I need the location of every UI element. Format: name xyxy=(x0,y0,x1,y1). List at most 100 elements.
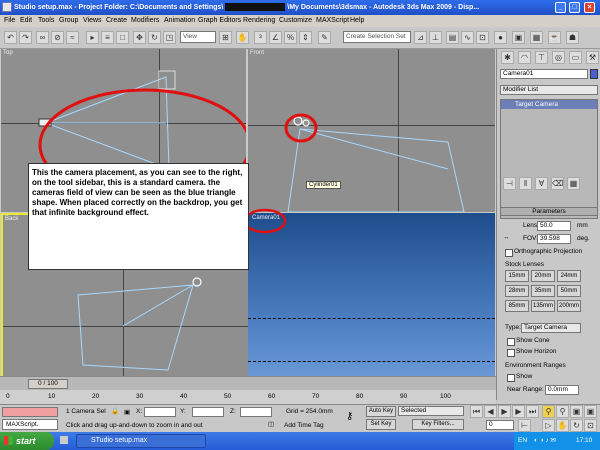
lens-35mm-button[interactable]: 35mm xyxy=(531,285,555,297)
percent-snap-icon[interactable]: % xyxy=(284,31,297,44)
env-range-show-checkbox[interactable] xyxy=(507,374,515,382)
key-icon[interactable]: ⚷ xyxy=(346,411,353,422)
fov-direction-icon[interactable]: ↔ xyxy=(503,234,510,241)
tray-icons[interactable]: ◐ ◑ ♪ ✉ xyxy=(534,436,556,444)
orthographic-projection-checkbox[interactable] xyxy=(505,249,513,257)
menu-maxscript[interactable]: MAXScript xyxy=(316,17,349,24)
motion-tab-icon[interactable]: ◎ xyxy=(552,51,565,64)
lens-85mm-button[interactable]: 85mm xyxy=(505,300,529,312)
select-object-icon[interactable]: ▸ xyxy=(86,31,99,44)
bind-space-warp-icon[interactable]: ≈ xyxy=(66,31,79,44)
rotate-icon[interactable]: ↻ xyxy=(148,31,161,44)
scale-icon[interactable]: ◳ xyxy=(163,31,176,44)
menu-rendering[interactable]: Rendering xyxy=(243,17,275,24)
go-to-start-icon[interactable]: ⏮ xyxy=(470,405,483,418)
snap-toggle-icon[interactable]: ³ xyxy=(254,31,267,44)
unlink-icon[interactable]: ⊘ xyxy=(51,31,64,44)
utilities-tab-icon[interactable]: ⚒ xyxy=(586,51,599,64)
menu-tools[interactable]: Tools xyxy=(38,17,54,24)
align-icon[interactable]: ⊥ xyxy=(429,31,442,44)
reference-coordinate-select[interactable]: View xyxy=(180,31,216,43)
start-button[interactable]: start xyxy=(0,432,54,450)
menu-modifiers[interactable]: Modifiers xyxy=(131,17,159,24)
hierarchy-tab-icon[interactable]: ⊤ xyxy=(535,51,548,64)
key-mode-dropdown[interactable]: Selected xyxy=(398,406,464,416)
key-mode-toggle-icon[interactable]: ⊢ xyxy=(518,419,531,432)
minimize-button[interactable]: _ xyxy=(555,2,566,13)
play-icon[interactable]: ▶ xyxy=(498,405,511,418)
layer-manager-icon[interactable]: ▤ xyxy=(446,31,459,44)
edit-named-selection-icon[interactable]: ✎ xyxy=(318,31,331,44)
absolute-mode-icon[interactable]: ▣ xyxy=(124,408,130,416)
make-unique-icon[interactable]: ∀ xyxy=(535,177,548,190)
move-icon[interactable]: ✥ xyxy=(133,31,146,44)
link-icon[interactable]: ∞ xyxy=(36,31,49,44)
orbit-icon[interactable]: ↻ xyxy=(570,419,583,432)
go-to-end-icon[interactable]: ⏭ xyxy=(526,405,539,418)
taskbar-item-studio-setup[interactable]: STudio setup.max xyxy=(76,434,206,448)
viewport-camera[interactable] xyxy=(248,213,495,376)
3dsmax-app-icon[interactable] xyxy=(2,2,12,12)
menu-views[interactable]: Views xyxy=(83,17,102,24)
maxscript-listener-mini[interactable] xyxy=(2,407,58,417)
key-filters-button[interactable]: Key Filters... xyxy=(412,419,464,430)
camera-type-dropdown[interactable]: Target Camera xyxy=(521,323,581,333)
remove-modifier-icon[interactable]: ⌫ xyxy=(551,177,564,190)
set-key-button[interactable]: Set Key xyxy=(366,419,396,430)
lens-28mm-button[interactable]: 28mm xyxy=(505,285,529,297)
show-horizon-checkbox[interactable] xyxy=(507,349,515,357)
named-selection-set-input[interactable]: Create Selection Set xyxy=(343,31,411,43)
rendered-frame-window-icon[interactable]: ▦ xyxy=(530,31,543,44)
next-frame-icon[interactable]: ▶ xyxy=(512,405,525,418)
zoom-extents-icon[interactable]: ▣ xyxy=(570,405,583,418)
spinner-snap-icon[interactable]: ⇕ xyxy=(299,31,312,44)
near-range-input[interactable]: 0.0mm xyxy=(545,385,579,395)
curve-editor-icon[interactable]: ∿ xyxy=(461,31,474,44)
zoom-icon[interactable]: ⚲ xyxy=(542,405,555,418)
lens-input[interactable]: 50.0 xyxy=(537,221,571,231)
menu-animation[interactable]: Animation xyxy=(164,17,195,24)
show-end-result-icon[interactable]: ‖ xyxy=(519,177,532,190)
mirror-icon[interactable]: ⊿ xyxy=(414,31,427,44)
lens-15mm-button[interactable]: 15mm xyxy=(505,270,529,282)
menu-create[interactable]: Create xyxy=(106,17,127,24)
rectangular-selection-icon[interactable]: □ xyxy=(116,31,129,44)
x-coordinate-input[interactable] xyxy=(144,407,176,417)
menu-edit[interactable]: Edit xyxy=(20,17,32,24)
z-coordinate-input[interactable] xyxy=(240,407,272,417)
lock-selection-icon[interactable]: 🔒 xyxy=(111,407,119,415)
create-tab-icon[interactable]: ✱ xyxy=(501,51,514,64)
object-color-swatch[interactable] xyxy=(590,69,598,79)
fov-input[interactable]: 39.598 xyxy=(537,234,571,244)
undo-icon[interactable]: ↶ xyxy=(4,31,17,44)
pin-stack-icon[interactable]: ⊣ xyxy=(503,177,516,190)
time-tag-icon[interactable]: ◫ xyxy=(268,420,274,428)
display-tab-icon[interactable]: ▭ xyxy=(569,51,582,64)
lens-20mm-button[interactable]: 20mm xyxy=(531,270,555,282)
zoom-extents-all-icon[interactable]: ▣ xyxy=(584,405,597,418)
track-bar[interactable]: 0 10 20 30 40 50 60 70 80 90 100 xyxy=(0,390,496,404)
pan-icon[interactable]: ✋ xyxy=(556,419,569,432)
menu-customize[interactable]: Customize xyxy=(279,17,312,24)
y-coordinate-input[interactable] xyxy=(192,407,224,417)
close-button[interactable]: × xyxy=(584,2,595,13)
modify-tab-icon[interactable]: ◠ xyxy=(518,51,531,64)
parameters-rollout-header[interactable]: Parameters xyxy=(500,207,598,216)
maximize-viewport-icon[interactable]: ⊡ xyxy=(584,419,597,432)
quick-launch-icon[interactable] xyxy=(60,436,68,444)
lens-135mm-button[interactable]: 135mm xyxy=(531,300,555,312)
auto-key-button[interactable]: Auto Key xyxy=(366,406,396,417)
language-indicator[interactable]: EN xyxy=(518,437,527,444)
material-editor-icon[interactable]: ● xyxy=(494,31,507,44)
add-time-tag[interactable]: Add Time Tag xyxy=(284,422,324,429)
menu-help[interactable]: Help xyxy=(350,17,364,24)
maxscript-mini-listener-input[interactable]: MAXScript. xyxy=(2,419,58,430)
select-manipulate-icon[interactable]: ✋ xyxy=(236,31,249,44)
show-cone-checkbox[interactable] xyxy=(507,338,515,346)
menu-graph-editors[interactable]: Graph Editors xyxy=(198,17,241,24)
current-frame-input[interactable]: 0 xyxy=(486,420,514,430)
menu-group[interactable]: Group xyxy=(59,17,78,24)
time-slider[interactable]: 0 / 100 xyxy=(0,376,496,390)
lens-24mm-button[interactable]: 24mm xyxy=(557,270,581,282)
lens-50mm-button[interactable]: 50mm xyxy=(557,285,581,297)
